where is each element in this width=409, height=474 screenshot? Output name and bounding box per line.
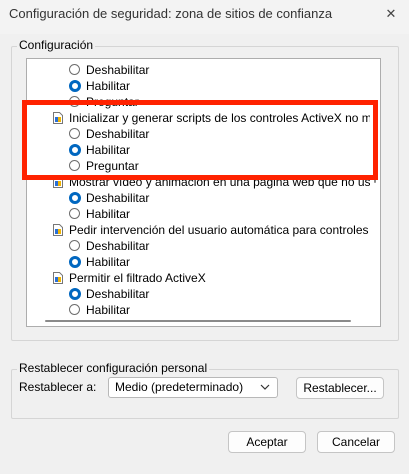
- vertical-scrollbar-thumb[interactable]: [374, 162, 376, 183]
- setting-heading-label: Inicializar y generar scripts de los con…: [69, 111, 370, 125]
- radio-label: Habilitar: [86, 207, 131, 221]
- settings-doc-icon: [53, 272, 63, 284]
- radio-unselected[interactable]: [69, 304, 80, 315]
- settings-doc-icon: [53, 224, 63, 236]
- radio-label: Habilitar: [86, 79, 131, 93]
- radio-unselected[interactable]: [69, 240, 80, 251]
- radio-unselected[interactable]: [69, 160, 80, 171]
- radio-label: Preguntar: [86, 159, 139, 173]
- horizontal-scrollbar[interactable]: [27, 316, 380, 326]
- radio-unselected[interactable]: [69, 64, 80, 75]
- radio-label: Deshabilitar: [86, 287, 150, 301]
- window-title: Configuración de seguridad: zona de siti…: [9, 6, 333, 21]
- reset-level-select[interactable]: Medio (predeterminado): [108, 377, 278, 398]
- radio-label: Habilitar: [86, 255, 131, 269]
- settings-list: Deshabilitar Habilitar Preguntar Inicializa…: [27, 59, 370, 316]
- radio-unselected[interactable]: [69, 96, 80, 107]
- radio-selected[interactable]: [69, 287, 81, 300]
- ok-button[interactable]: Aceptar: [228, 431, 306, 453]
- title-bar: Configuración de seguridad: zona de siti…: [0, 0, 409, 34]
- setting-heading-label: Permitir el filtrado ActiveX: [69, 271, 206, 285]
- radio-label: Habilitar: [86, 143, 131, 157]
- chevron-down-icon: [260, 380, 270, 397]
- radio-label: Deshabilitar: [86, 239, 150, 253]
- settings-doc-icon: [53, 176, 63, 188]
- radio-label: Deshabilitar: [86, 191, 150, 205]
- radio-label: Deshabilitar: [86, 63, 150, 77]
- settings-listbox[interactable]: Deshabilitar Habilitar Preguntar Inicializa…: [26, 58, 381, 327]
- settings-group-label: Configuración: [17, 38, 96, 52]
- setting-heading-label: Mostrar vídeo y animación en una página …: [69, 175, 370, 189]
- vertical-scrollbar[interactable]: [370, 59, 380, 316]
- horizontal-scrollbar-thumb[interactable]: [45, 320, 351, 322]
- radio-label: Preguntar: [86, 95, 139, 109]
- close-button[interactable]: ✕: [378, 3, 404, 25]
- radio-selected[interactable]: [69, 255, 81, 268]
- cancel-button[interactable]: Cancelar: [317, 431, 395, 453]
- radio-unselected[interactable]: [69, 128, 80, 139]
- radio-label: Deshabilitar: [86, 127, 150, 141]
- reset-level-value: Medio (predeterminado): [115, 380, 244, 394]
- reset-to-label: Restablecer a:: [19, 380, 97, 394]
- radio-selected[interactable]: [69, 191, 81, 204]
- setting-heading-label: Pedir intervención del usuario automátic…: [69, 223, 370, 237]
- radio-label: Habilitar: [86, 303, 131, 316]
- settings-doc-icon: [53, 112, 63, 124]
- radio-selected[interactable]: [69, 143, 81, 156]
- radio-selected[interactable]: [69, 79, 81, 92]
- radio-unselected[interactable]: [69, 208, 80, 219]
- reset-group-label: Restablecer configuración personal: [17, 361, 210, 375]
- reset-button[interactable]: Restablecer...: [296, 377, 384, 399]
